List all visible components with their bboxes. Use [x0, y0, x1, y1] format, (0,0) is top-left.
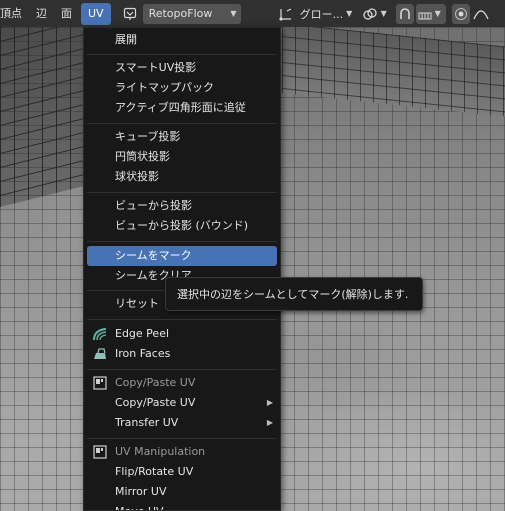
menu-uv[interactable]: UV — [81, 2, 111, 25]
addon-icon — [92, 376, 108, 390]
menu-item-lightmap-pack[interactable]: ライトマップパック — [87, 78, 277, 98]
tooltip: 選択中の辺をシームとしてマーク(解除)します. — [165, 277, 423, 311]
menu-vertex[interactable]: 頂点 — [0, 3, 29, 25]
menu-item-smart-uv-project[interactable]: スマートUV投影 — [87, 58, 277, 78]
iron-icon — [92, 347, 108, 361]
menu-separator — [87, 192, 277, 193]
menu-item-edge-peel[interactable]: Edge Peel — [87, 324, 277, 344]
uv-manipulation-header-label: UV Manipulation — [115, 445, 206, 458]
iron-faces-label: Iron Faces — [115, 347, 171, 360]
menu-item-follow-active-quads[interactable]: アクティブ四角形面に追従 — [87, 98, 277, 118]
edge-peel-label: Edge Peel — [115, 327, 170, 340]
chevron-down-icon: ▼ — [346, 9, 353, 18]
menu-separator — [87, 241, 277, 242]
transform-pivot-icon[interactable] — [277, 4, 295, 24]
menu-item-iron-faces[interactable]: Iron Faces — [87, 344, 277, 364]
submenu-header-uv-manipulation: UV Manipulation — [87, 442, 277, 462]
snap-element-dropdown[interactable]: ▼ — [362, 4, 392, 24]
menu-item-copy-paste-uv[interactable]: Copy/Paste UV ▶ — [87, 393, 277, 413]
transform-orientation-dropdown[interactable]: グロー... ▼ — [296, 4, 353, 24]
menu-separator — [87, 319, 277, 320]
menu-separator — [87, 369, 277, 370]
chevron-down-icon: ▼ — [230, 9, 237, 18]
edge-peel-icon — [92, 327, 108, 341]
snap-target-dropdown[interactable]: ▼ — [415, 3, 446, 24]
transfer-uv-label: Transfer UV — [115, 416, 179, 429]
retopoflow-label: RetopoFlow — [148, 7, 213, 20]
proportional-editing-icon[interactable] — [451, 3, 470, 24]
menu-face[interactable]: 面 — [54, 3, 79, 25]
chevron-down-icon: ▼ — [434, 9, 441, 18]
menu-edge[interactable]: 辺 — [29, 3, 54, 25]
addon-icon — [92, 445, 108, 459]
menu-item-transfer-uv[interactable]: Transfer UV ▶ — [87, 413, 277, 433]
uv-menu-dropdown: 展開 スマートUV投影 ライトマップパック アクティブ四角形面に追従 キューブ投… — [83, 27, 281, 511]
snap-increment-icon — [418, 12, 432, 19]
menu-item-flip-rotate-uv[interactable]: Flip/Rotate UV — [87, 462, 277, 482]
chevron-down-icon: ▼ — [380, 9, 387, 18]
copy-paste-uv-label: Copy/Paste UV — [115, 396, 196, 409]
menu-separator — [87, 54, 277, 55]
menu-item-mark-seam[interactable]: シームをマーク — [87, 246, 277, 266]
menu-item-mirror-uv[interactable]: Mirror UV — [87, 482, 277, 502]
link-icon — [362, 7, 377, 20]
submenu-arrow-icon: ▶ — [266, 418, 273, 427]
menu-item-project-from-view[interactable]: ビューから投影 — [87, 196, 277, 216]
menu-separator — [87, 123, 277, 124]
menu-separator — [87, 438, 277, 439]
submenu-header-copy-paste-uv: Copy/Paste UV — [87, 373, 277, 393]
copy-paste-uv-header-label: Copy/Paste UV — [115, 376, 196, 389]
retopoflow-dropdown[interactable]: RetopoFlow ▼ — [142, 3, 241, 24]
menu-item-project-from-view-bounds[interactable]: ビューから投影 (バウンド) — [87, 216, 277, 236]
retopoflow-icon[interactable] — [121, 4, 139, 24]
submenu-arrow-icon: ▶ — [266, 398, 273, 407]
falloff-curve-icon[interactable] — [472, 4, 490, 24]
viewport-header: 頂点 辺 面 UV RetopoFlow ▼ グロー... ▼ ▼ ▼ — [0, 0, 505, 27]
menu-item-unwrap[interactable]: 展開 — [87, 30, 277, 50]
menu-item-move-uv[interactable]: Move UV — [87, 502, 277, 510]
menu-item-cylinder-projection[interactable]: 円筒状投影 — [87, 147, 277, 167]
snap-toggle-icon[interactable] — [395, 3, 414, 24]
menu-item-cube-projection[interactable]: キューブ投影 — [87, 127, 277, 147]
transform-orientation-label: グロー... — [299, 7, 344, 21]
menu-item-sphere-projection[interactable]: 球状投影 — [87, 167, 277, 187]
